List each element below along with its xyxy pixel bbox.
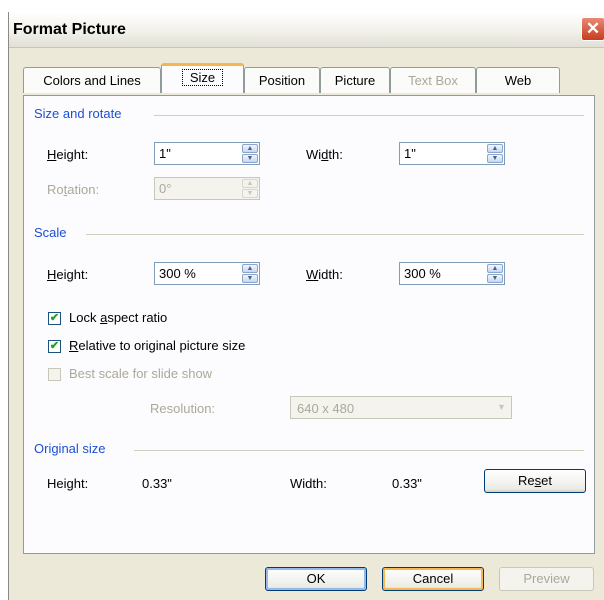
size-height-value: 1" [159, 146, 171, 161]
spin-up-icon: ▲ [242, 179, 258, 188]
best-scale-checkbox [48, 368, 61, 381]
size-height-label: Height: [47, 147, 89, 162]
size-width-label: Width: [306, 147, 343, 162]
spin-down-icon: ▼ [242, 189, 258, 198]
original-width-label: Width: [290, 476, 327, 491]
rotation-spinner: 0° ▲ ▼ [154, 177, 260, 200]
spin-up-icon[interactable]: ▲ [487, 264, 503, 273]
tab-label: Colors and Lines [43, 73, 141, 88]
ok-button[interactable]: OK [265, 567, 367, 591]
tab-label: Web [504, 73, 532, 88]
format-picture-dialog: Format Picture ✕ Colors and Lines Size P… [8, 12, 604, 600]
original-height-label: Height: [47, 476, 89, 491]
spin-up-icon[interactable]: ▲ [242, 144, 258, 153]
scale-height-value: 300 % [159, 266, 196, 281]
rotation-value: 0° [159, 181, 172, 196]
spin-down-icon[interactable]: ▼ [487, 154, 503, 163]
scale-width-spinner[interactable]: 300 % ▲ ▼ [399, 262, 505, 285]
relative-size-label: Relative to original picture size [69, 338, 246, 353]
resolution-value: 640 x 480 [297, 401, 355, 416]
scale-width-value: 300 % [404, 266, 441, 281]
scale-height-label: Height: [47, 267, 89, 282]
spin-up-icon[interactable]: ▲ [242, 264, 258, 273]
original-height-value: 0.33" [142, 476, 172, 491]
size-height-spinner[interactable]: 1" ▲ ▼ [154, 142, 260, 165]
reset-button[interactable]: Reset [484, 469, 586, 493]
tab-label: Picture [334, 73, 376, 88]
scale-width-label: Width: [306, 267, 343, 282]
spin-up-icon[interactable]: ▲ [487, 144, 503, 153]
scale-group-title: Scale [34, 225, 67, 240]
dialog-title: Format Picture [13, 21, 126, 38]
size-width-spinner[interactable]: 1" ▲ ▼ [399, 142, 505, 165]
tab-picture[interactable]: Picture [320, 67, 390, 93]
scale-divider [86, 234, 584, 235]
tab-label: Size [181, 69, 224, 86]
size-rotate-group-title: Size and rotate [34, 106, 122, 121]
relative-size-checkbox[interactable]: ✔ [48, 340, 61, 353]
tab-position[interactable]: Position [244, 67, 320, 93]
best-scale-label: Best scale for slide show [69, 366, 213, 381]
preview-button: Preview [499, 567, 594, 591]
spin-down-icon[interactable]: ▼ [242, 154, 258, 163]
close-icon[interactable]: ✕ [581, 17, 604, 41]
tab-web[interactable]: Web [476, 67, 560, 93]
tab-label: Position [258, 73, 306, 88]
scale-height-spinner[interactable]: 300 % ▲ ▼ [154, 262, 260, 285]
original-size-divider [134, 450, 584, 451]
spin-down-icon[interactable]: ▼ [487, 274, 503, 283]
chevron-down-icon: ▼ [493, 398, 510, 417]
tab-colors-and-lines[interactable]: Colors and Lines [23, 67, 161, 93]
resolution-select: 640 x 480 ▼ [290, 396, 512, 419]
lock-aspect-label: Lock aspect ratio [69, 310, 168, 325]
size-tab-panel: Size and rotate Height: 1" ▲ ▼ Width: 1"… [23, 95, 595, 554]
tab-label: Text Box [408, 73, 458, 88]
size-width-value: 1" [404, 146, 416, 161]
resolution-label: Resolution: [150, 401, 216, 416]
tab-text-box: Text Box [390, 67, 476, 93]
original-width-value: 0.33" [392, 476, 422, 491]
spin-down-icon[interactable]: ▼ [242, 274, 258, 283]
rotation-label: Rotation: [47, 182, 100, 197]
lock-aspect-checkbox[interactable]: ✔ [48, 312, 61, 325]
original-size-group-title: Original size [34, 441, 106, 456]
title-bar[interactable]: Format Picture ✕ [9, 12, 604, 48]
tab-size[interactable]: Size [161, 63, 244, 93]
size-rotate-divider [154, 115, 584, 116]
cancel-button[interactable]: Cancel [382, 567, 484, 591]
